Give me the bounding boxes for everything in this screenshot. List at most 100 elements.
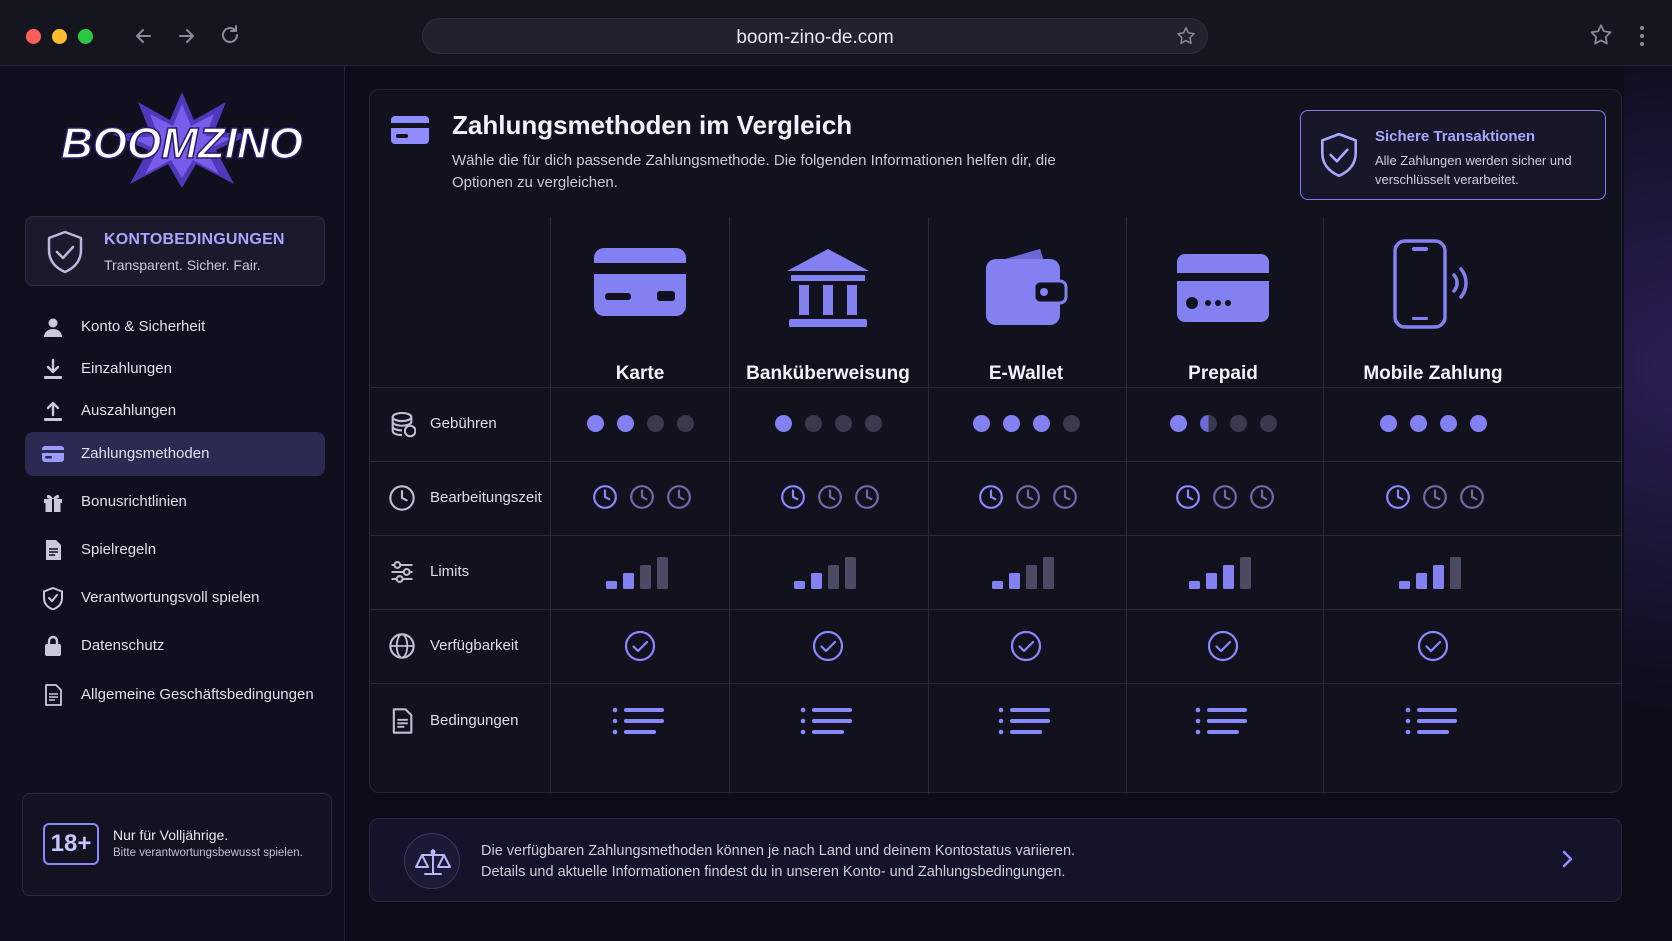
- fee-dot: [1170, 415, 1187, 432]
- age-notice: 18+ Nur für Volljährige. Bitte verantwor…: [22, 793, 332, 896]
- limits-indicator: [1399, 555, 1469, 589]
- conditions-list-icon[interactable]: [1405, 705, 1459, 737]
- check-circle-icon: [1010, 630, 1042, 662]
- row-label: Gebühren: [430, 415, 497, 432]
- limits-indicator: [1189, 555, 1259, 589]
- minimize-window-dot[interactable]: [52, 29, 67, 44]
- maximize-window-dot[interactable]: [78, 29, 93, 44]
- clock-icon: [389, 485, 415, 511]
- row-label: Verfügbarkeit: [430, 637, 519, 654]
- fee-dot: [1003, 415, 1020, 432]
- check-circle-icon: [1207, 630, 1239, 662]
- sidebar-item-spielregeln[interactable]: Spielregeln: [25, 528, 325, 572]
- conditions-list-icon[interactable]: [800, 705, 854, 737]
- fee-dot: [1230, 415, 1247, 432]
- sidebar-item-label: Auszahlungen: [81, 402, 177, 419]
- column-header-label: E-Wallet: [988, 363, 1064, 384]
- fee-dot: [1410, 415, 1427, 432]
- document-icon: [392, 707, 413, 734]
- upload-icon: [44, 401, 62, 421]
- fee-dot: [1440, 415, 1457, 432]
- sidebar-item-allgemeine-geschäftsbedingungen[interactable]: Allgemeine Geschäftsbedingungen: [25, 673, 325, 717]
- sidebar-item-zahlungsmethoden[interactable]: Zahlungsmethoden: [25, 432, 325, 476]
- more-menu-icon[interactable]: [1628, 22, 1656, 50]
- conditions-list-icon[interactable]: [612, 705, 666, 737]
- close-window-dot[interactable]: [26, 29, 41, 44]
- sidebar-item-bonusrichtlinien[interactable]: Bonusrichtlinien: [25, 480, 325, 524]
- check-circle-icon: [624, 630, 656, 662]
- boomzino-logo[interactable]: BOOMZINO: [56, 92, 308, 188]
- column-header-label: Banküberweisung: [746, 363, 910, 384]
- fee-dot: [973, 415, 990, 432]
- fee-dot: [835, 415, 852, 432]
- clock-icon: [1016, 485, 1040, 509]
- clock-icon: [1053, 485, 1077, 509]
- processing-time-indicator: [1385, 484, 1496, 512]
- sidebar-item-datenschutz[interactable]: Datenschutz: [25, 624, 325, 668]
- sidebar-item-verantwortungsvoll-spielen[interactable]: Verantwortungsvoll spielen: [25, 576, 325, 620]
- sidebar-item-konto-sicherheit[interactable]: Konto & Sicherheit: [25, 305, 325, 349]
- prepaid-card-icon: [1176, 253, 1270, 328]
- back-arrow-icon[interactable]: [130, 22, 158, 50]
- conditions-list-icon[interactable]: [1195, 705, 1249, 737]
- info-footer[interactable]: Die verfügbaren Zahlungsmethoden können …: [369, 818, 1622, 902]
- fees-rating: [587, 415, 707, 433]
- clock-icon: [1176, 485, 1200, 509]
- background-decoration: [1624, 66, 1672, 941]
- sidebar-item-label: Datenschutz: [81, 637, 165, 654]
- smartphone-icon: [1390, 239, 1476, 336]
- sidebar-item-auszahlungen[interactable]: Auszahlungen: [25, 389, 325, 433]
- account-terms-card[interactable]: KONTOBEDINGUNGEN Transparent. Sicher. Fa…: [25, 216, 325, 286]
- reload-icon[interactable]: [216, 22, 244, 50]
- fee-dot: [1200, 415, 1217, 432]
- check-circle-icon: [812, 630, 844, 662]
- clock-icon: [979, 485, 1003, 509]
- sidebar-item-label: Konto & Sicherheit: [81, 318, 206, 335]
- logo-text: BOOMZINO: [61, 119, 303, 168]
- row-divider: [370, 535, 1623, 536]
- fees-rating: [775, 415, 895, 433]
- check-circle-icon: [1417, 630, 1449, 662]
- fee-dot: [775, 415, 792, 432]
- forward-arrow-icon[interactable]: [172, 22, 200, 50]
- clock-icon: [781, 485, 805, 509]
- fee-dot: [1470, 415, 1487, 432]
- secure-title: Sichere Transaktionen: [1375, 128, 1536, 145]
- gift-icon: [44, 494, 62, 512]
- footer-line-1: Die verfügbaren Zahlungsmethoden können …: [481, 843, 1076, 859]
- credit-card-icon: [391, 116, 429, 144]
- conditions-list-icon[interactable]: [998, 705, 1052, 737]
- column-divider: [1126, 217, 1127, 794]
- row-label: Bearbeitungszeit: [430, 489, 542, 506]
- comparison-table: Karte Banküberweisung E-Wallet Prepaid Mobil…: [370, 217, 1623, 794]
- bookmark-star-icon[interactable]: [1175, 25, 1197, 47]
- sidebar-item-label: Spielregeln: [81, 541, 157, 558]
- globe-icon: [389, 633, 415, 659]
- bookmarks-star-icon[interactable]: [1588, 22, 1616, 50]
- column-divider: [729, 217, 730, 794]
- sidebar-item-einzahlungen[interactable]: Einzahlungen: [25, 347, 325, 391]
- browser-window: boom-zino-de.com BOOMZINO KONTOBEDINGUNG…: [0, 0, 1672, 941]
- address-bar[interactable]: boom-zino-de.com: [422, 18, 1208, 54]
- chevron-right-icon[interactable]: [1555, 847, 1579, 871]
- fee-dot: [677, 415, 694, 432]
- clock-icon: [630, 485, 654, 509]
- fee-dot: [1063, 415, 1080, 432]
- document-icon: [46, 540, 61, 560]
- row-divider: [370, 609, 1623, 610]
- fee-dot: [805, 415, 822, 432]
- account-terms-subtitle: Transparent. Sicher. Fair.: [104, 257, 261, 273]
- sidebar-item-label: Bonusrichtlinien: [81, 493, 187, 510]
- column-divider: [550, 217, 551, 794]
- fee-dot: [865, 415, 882, 432]
- secure-transactions-card: Sichere Transaktionen Alle Zahlungen wer…: [1300, 110, 1606, 200]
- clock-icon: [667, 485, 691, 509]
- column-divider: [1323, 217, 1324, 794]
- row-divider: [370, 387, 1623, 388]
- download-icon: [44, 358, 62, 379]
- clock-icon: [855, 485, 879, 509]
- fee-dot: [1260, 415, 1277, 432]
- sidebar-item-label: Einzahlungen: [81, 360, 172, 377]
- fee-dot: [617, 415, 634, 432]
- clock-icon: [1213, 485, 1237, 509]
